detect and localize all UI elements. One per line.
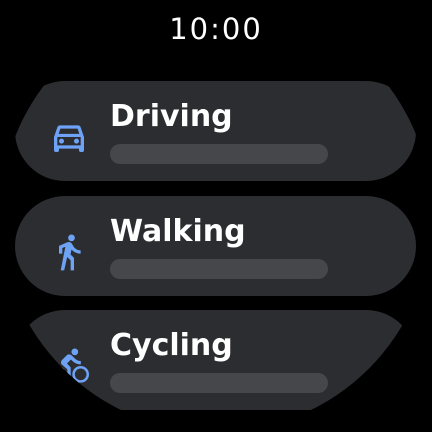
- chip-driving[interactable]: Driving: [15, 81, 416, 181]
- chip-label-walking: Walking: [110, 214, 246, 249]
- chip-walking[interactable]: Walking: [15, 196, 416, 296]
- status-time: 10:00: [169, 12, 263, 46]
- chip-label-driving: Driving: [110, 99, 233, 134]
- placeholder-bar: [110, 373, 328, 393]
- chip-label-cycling: Cycling: [110, 328, 233, 363]
- placeholder-bar: [110, 259, 328, 279]
- watch-screen: 10:00 Driving Walking Cycling: [0, 0, 432, 432]
- bicycle-icon: [49, 346, 89, 386]
- car-icon: [49, 117, 89, 157]
- walking-icon: [49, 232, 89, 272]
- chip-cycling[interactable]: Cycling: [15, 310, 416, 410]
- placeholder-bar: [110, 144, 328, 164]
